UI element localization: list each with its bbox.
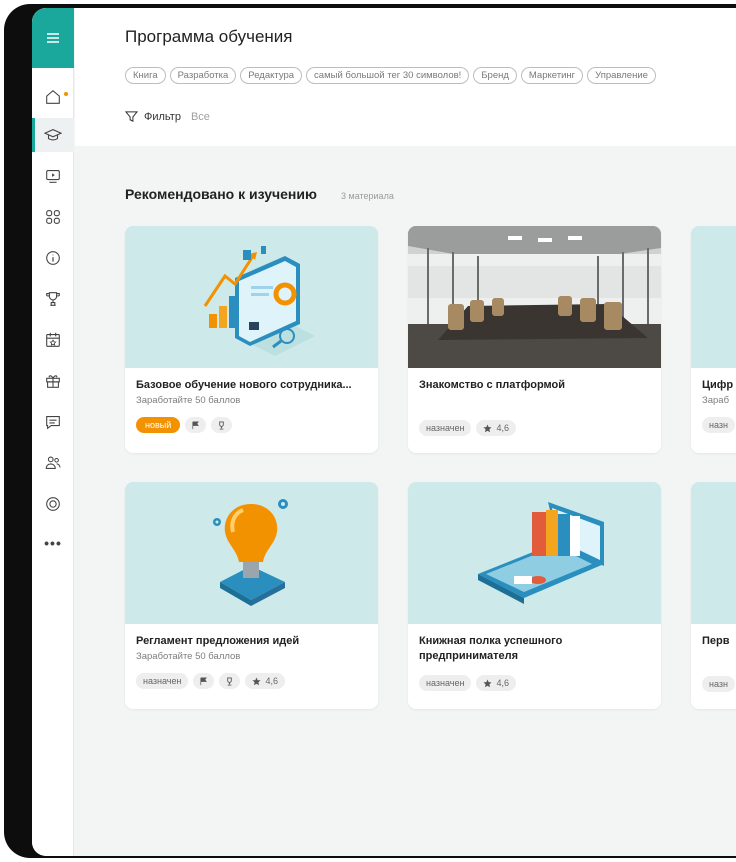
course-card[interactable]: Базовое обучение нового сотрудника... За… (125, 226, 378, 453)
filter-control[interactable]: Фильтр Все (125, 110, 210, 123)
card-subtitle: Заработайте 50 баллов (136, 395, 241, 406)
sidebar-item-video[interactable] (32, 159, 74, 193)
course-illustration-idea (125, 482, 378, 624)
app-screen: ••• Программа обучения Книга Разработка … (32, 8, 736, 856)
sidebar-item-gifts[interactable] (32, 364, 74, 398)
sidebar-item-achievements[interactable] (32, 282, 74, 316)
tag[interactable]: самый большой тег 30 символов! (306, 67, 470, 84)
flag-icon (192, 421, 200, 429)
page-title: Программа обучения (125, 27, 293, 46)
course-card[interactable]: Перв назн (691, 482, 736, 709)
trophy-chip (211, 417, 233, 433)
course-card[interactable]: Регламент предложения идей Заработайте 5… (125, 482, 378, 709)
status-chip: назначен (136, 673, 189, 689)
calendar-star-icon (46, 332, 60, 347)
apps-icon (46, 210, 60, 224)
page-header: Программа обучения Книга Разработка Реда… (75, 8, 736, 146)
new-badge: новый (136, 417, 181, 433)
sidebar-item-calendar[interactable] (32, 323, 74, 357)
tag[interactable]: Маркетинг (520, 67, 584, 84)
chat-icon (46, 416, 60, 430)
status-chip: назн (702, 417, 735, 433)
status-chip: назначен (419, 420, 472, 436)
sidebar-item-more[interactable]: ••• (32, 526, 74, 560)
gift-icon (46, 375, 60, 388)
card-title: Цифр (702, 379, 734, 391)
course-illustration (691, 482, 736, 624)
course-card[interactable]: Цифр Зараб назн (691, 226, 736, 453)
sidebar-item-education[interactable] (32, 118, 74, 152)
menu-icon (47, 33, 59, 43)
sidebar-item-info[interactable] (32, 241, 74, 275)
video-icon (46, 170, 60, 183)
rating-value: 4,6 (496, 678, 509, 688)
rating-value: 4,6 (496, 423, 509, 433)
sidebar: ••• (32, 8, 74, 856)
sidebar-item-users[interactable] (32, 446, 74, 480)
card-title: Перв (702, 635, 730, 647)
star-icon (252, 676, 262, 685)
tag[interactable]: Редактура (240, 67, 303, 84)
course-photo-meeting-room (408, 226, 661, 368)
star-icon (483, 678, 493, 687)
notification-dot (64, 92, 68, 96)
card-subtitle: Заработайте 50 баллов (136, 651, 241, 662)
sidebar-item-support[interactable] (32, 487, 74, 521)
flag-icon (200, 677, 208, 685)
tag[interactable]: Бренд (473, 67, 517, 84)
tag-list: Книга Разработка Редактура самый большой… (125, 67, 656, 84)
card-title: Знакомство с платформой (419, 379, 566, 391)
tag[interactable]: Разработка (169, 67, 237, 84)
sidebar-item-home[interactable] (32, 80, 74, 114)
tag[interactable]: Книга (125, 67, 166, 84)
card-subtitle: Зараб (702, 395, 730, 406)
flag-chip (193, 673, 215, 689)
trophy-chip (219, 673, 241, 689)
card-title: Книжная полка успешного предпринимателя (419, 635, 563, 662)
status-chip: назн (702, 676, 735, 692)
section-count: 3 материала (341, 191, 394, 201)
rating-value: 4,6 (265, 676, 278, 686)
card-title: Регламент предложения идей (136, 635, 300, 647)
trophy-icon (219, 420, 225, 430)
course-illustration-analytics (125, 226, 378, 368)
users-icon (45, 456, 61, 469)
rating-chip: 4,6 (476, 675, 516, 691)
lifebuoy-icon (46, 497, 60, 511)
trophy-icon (227, 676, 233, 686)
rating-chip: 4,6 (245, 673, 285, 689)
graduation-cap-icon (44, 129, 62, 141)
tag[interactable]: Управление (587, 67, 656, 84)
filter-label: Фильтр (144, 110, 181, 123)
menu-button[interactable] (32, 8, 74, 68)
filter-value: Все (190, 110, 210, 123)
trophy-icon (46, 292, 60, 306)
info-icon (46, 251, 60, 265)
section-title: Рекомендовано к изучению (125, 186, 317, 202)
home-icon (46, 89, 60, 104)
filter-icon (125, 111, 138, 122)
more-icon: ••• (44, 535, 62, 551)
course-illustration-books (408, 482, 661, 624)
course-illustration (691, 226, 736, 368)
rating-chip: 4,6 (476, 420, 516, 436)
card-title: Базовое обучение нового сотрудника... (136, 379, 352, 391)
sidebar-item-messages[interactable] (32, 405, 74, 439)
sidebar-item-apps[interactable] (32, 200, 74, 234)
star-icon (483, 423, 493, 432)
flag-chip (185, 417, 207, 433)
course-card[interactable]: Знакомство с платформой назначен 4,6 (408, 226, 661, 453)
course-card[interactable]: Книжная полка успешного предпринимателя … (408, 482, 661, 709)
status-chip: назначен (419, 675, 472, 691)
